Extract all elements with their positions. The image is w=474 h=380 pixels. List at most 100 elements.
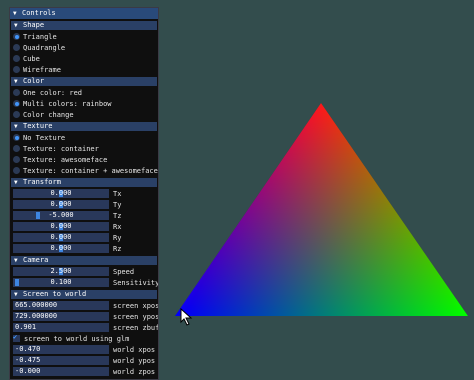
- world-ypos-field[interactable]: -0.475: [13, 356, 109, 365]
- radio-unselected-icon: [13, 156, 20, 163]
- glm-checkbox-row[interactable]: ✔ screen to world using glm: [10, 333, 158, 344]
- camera-header[interactable]: ▼ Camera: [11, 256, 157, 265]
- controls-window[interactable]: ▼ Controls ▼ Shape Triangle Quadrangle Cub…: [9, 7, 159, 380]
- slider-label: Ry: [113, 233, 122, 242]
- field-row-world-ypos: -0.475 world ypos: [10, 355, 158, 366]
- slider-row-sensitivity: 0.100 Sensitivity: [10, 277, 158, 288]
- radio-label: Multi colors: rainbow: [23, 99, 112, 108]
- slider-label: Rx: [113, 222, 122, 231]
- slider-row-rx: 0.000 Rx: [10, 221, 158, 232]
- color-header[interactable]: ▼ Color: [11, 77, 157, 86]
- window-title: Controls: [22, 9, 56, 17]
- checkbox-label: screen to world using glm: [24, 334, 130, 343]
- glm-checkbox[interactable]: ✔: [13, 333, 20, 342]
- radio-unselected-icon: [13, 167, 20, 174]
- field-value: -0.475: [15, 356, 41, 364]
- world-zpos-field[interactable]: -0.000: [13, 367, 109, 376]
- camera-header-label: Camera: [23, 256, 49, 264]
- screen-to-world-header[interactable]: ▼ Screen to world: [11, 290, 157, 299]
- collapse-arrow-icon[interactable]: ▼: [13, 8, 22, 19]
- collapse-arrow-icon: ▼: [14, 22, 18, 29]
- radio-quadrangle[interactable]: Quadrangle: [10, 42, 158, 53]
- slider-label: Tx: [113, 189, 122, 198]
- slider-tz[interactable]: -5.000: [13, 211, 109, 220]
- radio-label: Texture: container: [23, 144, 99, 153]
- transform-header-label: Transform: [23, 178, 61, 186]
- slider-label: Rz: [113, 244, 122, 253]
- radio-one-color[interactable]: One color: red: [10, 87, 158, 98]
- texture-header-label: Texture: [23, 122, 53, 130]
- screen-xpos-field[interactable]: 665.000000: [13, 301, 109, 310]
- field-row-screen-zbuf: 0.901 screen zbuf: [10, 322, 158, 333]
- radio-label: Quadrangle: [23, 43, 66, 52]
- radio-selected-icon: [13, 100, 20, 107]
- slider-row-tz: -5.000 Tz: [10, 210, 158, 221]
- field-value: 729.000000: [15, 312, 58, 320]
- slider-value: 0.000: [50, 233, 72, 241]
- field-value: -0.470: [15, 345, 41, 353]
- mouse-cursor-icon: [180, 308, 193, 326]
- slider-value: 0.000: [50, 200, 72, 208]
- slider-row-speed: 2.500 Speed: [10, 266, 158, 277]
- collapse-arrow-icon: ▼: [14, 257, 18, 264]
- slider-label: Tz: [113, 211, 122, 220]
- radio-texture-both[interactable]: Texture: container + awesomeface: [10, 165, 158, 176]
- radio-triangle[interactable]: Triangle: [10, 31, 158, 42]
- slider-label: Ty: [113, 200, 122, 209]
- radio-unselected-icon: [13, 89, 20, 96]
- slider-ty[interactable]: 0.000: [13, 200, 109, 209]
- field-row-screen-ypos: 729.000000 screen ypos: [10, 311, 158, 322]
- screen-zbuf-field[interactable]: 0.901: [13, 323, 109, 332]
- collapse-arrow-icon: ▼: [14, 78, 18, 85]
- controls-titlebar[interactable]: ▼ Controls: [10, 8, 158, 19]
- field-row-world-xpos: -0.470 world xpos: [10, 344, 158, 355]
- slider-value: 0.000: [50, 189, 72, 197]
- field-value: 0.901: [15, 323, 37, 331]
- texture-header[interactable]: ▼ Texture: [11, 122, 157, 131]
- shape-header[interactable]: ▼ Shape: [11, 21, 157, 30]
- radio-unselected-icon: [13, 55, 20, 62]
- field-row-world-zpos: -0.000 world zpos: [10, 366, 158, 377]
- radio-label: Cube: [23, 54, 40, 63]
- slider-row-rz: 0.000 Rz: [10, 243, 158, 254]
- radio-label: Color change: [23, 110, 74, 119]
- radio-cube[interactable]: Cube: [10, 53, 158, 64]
- radio-multi-colors[interactable]: Multi colors: rainbow: [10, 98, 158, 109]
- radio-wireframe[interactable]: Wireframe: [10, 64, 158, 75]
- slider-sensitivity[interactable]: 0.100: [13, 278, 109, 287]
- transform-header[interactable]: ▼ Transform: [11, 178, 157, 187]
- collapse-arrow-icon: ▼: [14, 179, 18, 186]
- slider-row-ty: 0.000 Ty: [10, 199, 158, 210]
- slider-rz[interactable]: 0.000: [13, 244, 109, 253]
- field-label: screen xpos: [113, 301, 159, 310]
- slider-value: 0.100: [50, 278, 72, 286]
- radio-label: Texture: awesomeface: [23, 155, 108, 164]
- field-label: screen ypos: [113, 312, 159, 321]
- radio-color-change[interactable]: Color change: [10, 109, 158, 120]
- radio-texture-container[interactable]: Texture: container: [10, 143, 158, 154]
- field-label: screen zbuf: [113, 323, 159, 332]
- slider-tx[interactable]: 0.000: [13, 189, 109, 198]
- screen-ypos-field[interactable]: 729.000000: [13, 312, 109, 321]
- radio-label: No Texture: [23, 133, 66, 142]
- radio-unselected-icon: [13, 145, 20, 152]
- slider-value: 0.000: [50, 222, 72, 230]
- radio-unselected-icon: [13, 66, 20, 73]
- radio-texture-awesomeface[interactable]: Texture: awesomeface: [10, 154, 158, 165]
- shape-header-label: Shape: [23, 21, 45, 29]
- radio-no-texture[interactable]: No Texture: [10, 132, 158, 143]
- slider-row-ry: 0.000 Ry: [10, 232, 158, 243]
- checkmark-icon: ✔: [13, 333, 18, 341]
- world-xpos-field[interactable]: -0.470: [13, 345, 109, 354]
- slider-speed[interactable]: 2.500: [13, 267, 109, 276]
- radio-selected-icon: [13, 134, 20, 141]
- slider-rx[interactable]: 0.000: [13, 222, 109, 231]
- field-value: 665.000000: [15, 301, 58, 309]
- radio-label: One color: red: [23, 88, 83, 97]
- field-label: world xpos: [113, 345, 156, 354]
- radio-label: Texture: container + awesomeface: [23, 166, 158, 175]
- radio-unselected-icon: [13, 111, 20, 118]
- field-label: world ypos: [113, 356, 156, 365]
- slider-ry[interactable]: 0.000: [13, 233, 109, 242]
- color-header-label: Color: [23, 77, 45, 85]
